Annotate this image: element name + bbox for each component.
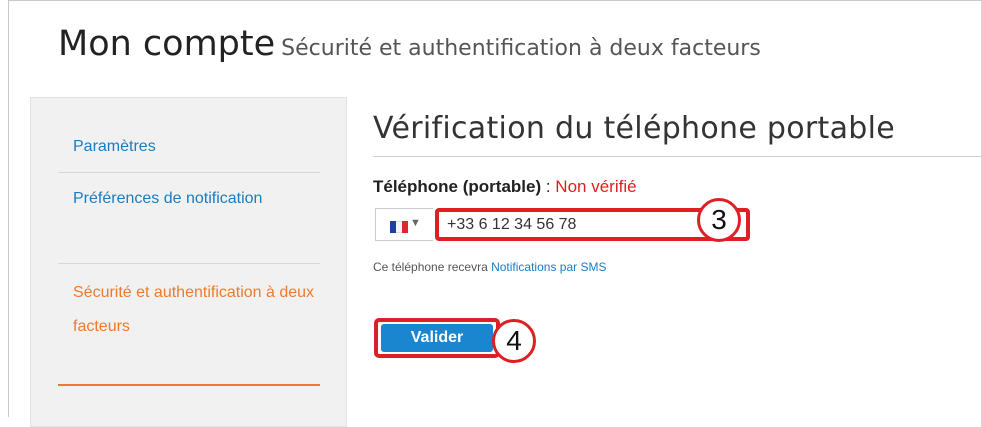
sidebar-divider bbox=[58, 172, 320, 173]
page-title: Mon compte Sécurité et authentification à… bbox=[58, 24, 761, 64]
country-code-dropdown[interactable]: ▼ bbox=[375, 208, 433, 241]
sidebar-item-parametres[interactable]: Paramètres bbox=[73, 130, 319, 164]
verification-status: Non vérifié bbox=[555, 177, 637, 196]
helper-text: Ce téléphone recevra Notifications par S… bbox=[373, 260, 606, 274]
section-divider bbox=[373, 156, 981, 157]
submit-button[interactable]: Valider bbox=[381, 324, 493, 352]
page-title-main: Mon compte bbox=[58, 24, 276, 64]
sidebar-active-indicator bbox=[58, 384, 320, 386]
page-subtitle: Sécurité et authentification à deux fact… bbox=[281, 36, 761, 61]
sidebar-item-notification-preferences[interactable]: Préférences de notification bbox=[73, 182, 319, 216]
helper-text-prefix: Ce téléphone recevra bbox=[373, 260, 492, 274]
annotation-marker-4: 4 bbox=[492, 319, 536, 363]
phone-label-separator: : bbox=[541, 177, 556, 196]
sidebar: Paramètres Préférences de notification S… bbox=[30, 97, 347, 427]
section-title: Vérification du téléphone portable bbox=[373, 111, 896, 146]
phone-label: Téléphone (portable) bbox=[373, 177, 542, 196]
annotation-marker-3: 3 bbox=[697, 198, 741, 242]
chevron-down-icon: ▼ bbox=[410, 217, 421, 229]
phone-label-row: Téléphone (portable) : Non vérifié bbox=[373, 177, 637, 197]
france-flag-icon bbox=[390, 221, 408, 233]
sidebar-divider bbox=[58, 263, 320, 264]
sidebar-item-security[interactable]: Sécurité et authentification à deux fact… bbox=[73, 276, 319, 344]
sms-notifications-link[interactable]: Notifications par SMS bbox=[491, 260, 606, 274]
